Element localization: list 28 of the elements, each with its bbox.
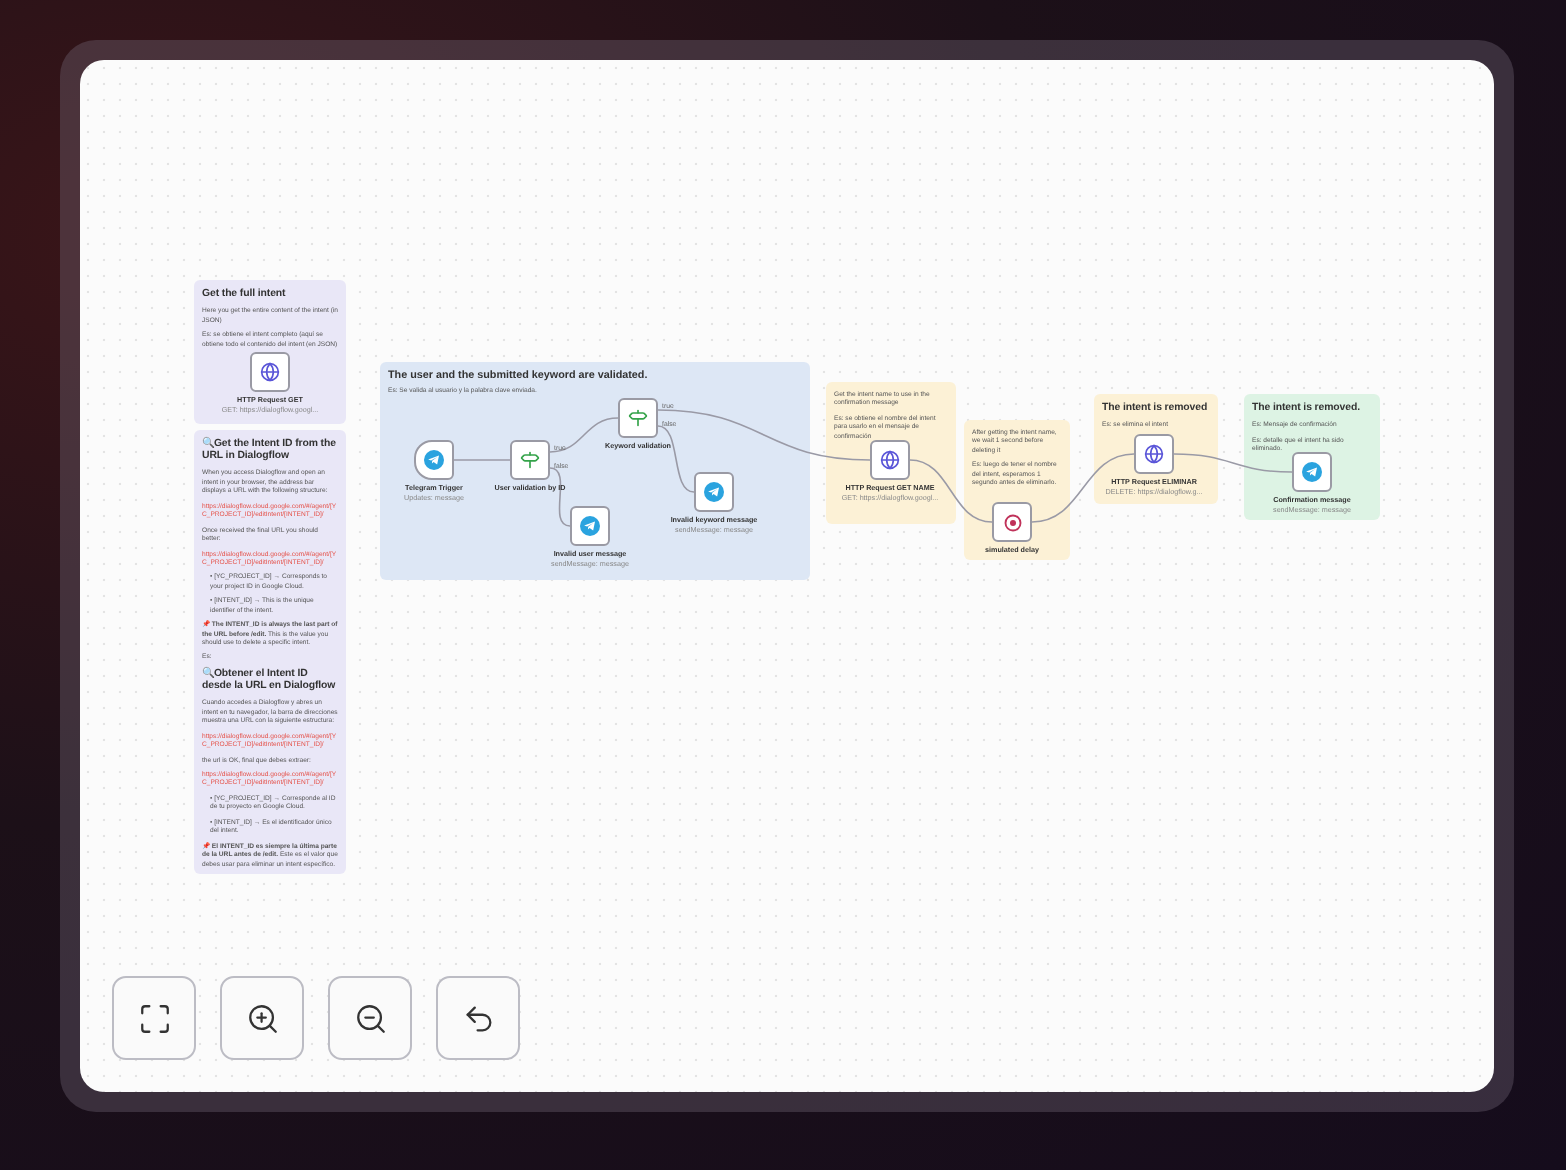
globe-icon: [1144, 444, 1164, 464]
workflow-node[interactable]: [250, 352, 290, 392]
zoom-in-icon: [245, 1001, 279, 1035]
workflow-node[interactable]: [1134, 434, 1174, 474]
workflow-node[interactable]: [870, 440, 910, 480]
signpost-icon: [520, 450, 540, 470]
connector: [1173, 453, 1293, 473]
zoom-out-icon: [353, 1001, 387, 1035]
workflow-node[interactable]: [694, 472, 734, 512]
connector: [453, 459, 511, 461]
connector: [549, 467, 571, 527]
fit-view-button[interactable]: [112, 976, 196, 1060]
telegram-icon: [704, 482, 724, 502]
workflow-node[interactable]: [992, 502, 1032, 542]
fit-view-icon: [137, 1001, 171, 1035]
globe-icon: [260, 362, 280, 382]
signpost-icon: [628, 408, 648, 428]
telegram-icon: [1302, 462, 1322, 482]
zoom-in-button[interactable]: [220, 976, 304, 1060]
telegram-icon: [424, 450, 444, 470]
undo-button[interactable]: [436, 976, 520, 1060]
workflow-node[interactable]: [414, 440, 454, 480]
telegram-icon: [580, 516, 600, 536]
zoom-out-button[interactable]: [328, 976, 412, 1060]
undo-icon: [461, 1001, 495, 1035]
workflow-node[interactable]: [570, 506, 610, 546]
globe-icon: [880, 450, 900, 470]
workflow-node[interactable]: [1292, 452, 1332, 492]
